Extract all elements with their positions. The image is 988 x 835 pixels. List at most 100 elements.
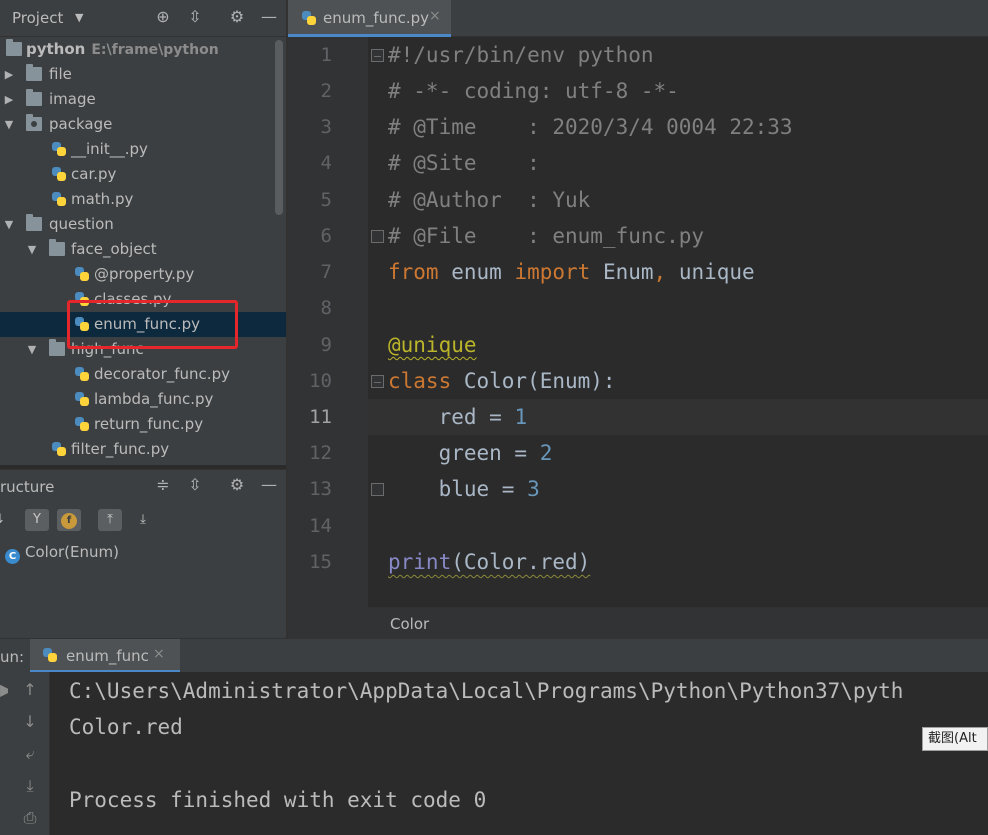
minimize-icon[interactable]: — [259, 7, 279, 29]
tree-item-label: face_object [71, 240, 157, 258]
project-panel-title[interactable]: Project [12, 9, 63, 27]
folder-icon [26, 214, 42, 231]
tree-item-label: filter_func.py [71, 440, 170, 458]
tree-item-property-py[interactable]: @property.py [0, 262, 286, 287]
tree-item-label: question [49, 215, 114, 233]
tree-item-question[interactable]: ▼ question [0, 212, 286, 237]
annotation-highlight-box [67, 300, 238, 349]
line-number: 7 [320, 261, 332, 283]
folder-icon [26, 89, 42, 106]
tree-item-python[interactable]: python E:\frame\python [0, 37, 286, 62]
line-number: 15 [309, 551, 332, 573]
python-file-icon [51, 166, 67, 181]
tree-item-decorator-func-py[interactable]: decorator_func.py [0, 362, 286, 387]
tree-item-image[interactable]: ▶ image [0, 87, 286, 112]
tree-item-label: lambda_func.py [94, 390, 214, 408]
line-number: 6 [320, 225, 332, 247]
collapse-all-icon[interactable]: ⇳ [185, 475, 205, 497]
autoscroll-from-source-icon[interactable]: ⤓ [131, 509, 155, 531]
project-panel-header: Project ▼ ⊕ ⇳ ⚙ — [0, 0, 286, 37]
breadcrumb: Color [288, 607, 988, 638]
sort-icon[interactable]: ⇅ [0, 509, 6, 531]
folder-icon [26, 64, 42, 81]
tree-item-return-func-py[interactable]: return_func.py [0, 412, 286, 437]
chevron-down-icon[interactable]: ▼ [3, 212, 15, 237]
gear-icon[interactable]: ⚙ [227, 475, 247, 497]
python-file-icon [74, 391, 90, 406]
code-line-12: green = 2 [388, 441, 553, 465]
code-line-10: class Color(Enum): [388, 369, 616, 393]
structure-item-color[interactable]: C Color(Enum) [5, 543, 119, 564]
autoscroll-to-source-icon[interactable]: ⤒ [98, 509, 122, 531]
run-panel-header: un: enum_func × [0, 638, 988, 673]
code-line-9: @unique [388, 333, 477, 357]
chevron-right-icon[interactable]: ▶ [3, 62, 15, 87]
tree-item-face-object[interactable]: ▼ face_object [0, 237, 286, 262]
python-file-icon [74, 366, 90, 381]
console-line: Process finished with exit code 0 [69, 788, 487, 812]
breadcrumb-item-color[interactable]: Color [390, 615, 429, 633]
code-text: # @Time : 2020/3/4 0004 22:33 [388, 115, 793, 139]
code-line-7: from enum import Enum, unique [388, 260, 755, 284]
python-file-icon [51, 141, 67, 156]
tree-item-label: math.py [71, 190, 134, 208]
minimize-icon[interactable]: — [259, 475, 279, 497]
line-number: 11 [309, 406, 332, 428]
scroll-to-end-icon[interactable]: ⤓ [18, 776, 42, 798]
expand-all-icon[interactable]: ≑ [153, 475, 173, 497]
python-file-icon [42, 647, 58, 663]
fold-marker-icon[interactable] [371, 375, 384, 388]
code-line-1: #!/usr/bin/env python [388, 37, 654, 73]
code-text: #!/usr/bin/env python [388, 43, 654, 67]
package-icon [26, 114, 42, 131]
print-icon[interactable]: ⎙ [18, 808, 42, 830]
tree-item-package[interactable]: ▼ package [0, 112, 286, 137]
tab-enum-func-py[interactable]: enum_func.py × [288, 0, 451, 37]
show-inherited-icon[interactable]: Y [25, 509, 49, 531]
fold-end-icon[interactable] [371, 483, 384, 496]
project-tree: python E:\frame\python ▶ file ▶ image ▼ p… [0, 37, 286, 465]
run-tab-enum-func[interactable]: enum_func × [30, 639, 180, 673]
fold-marker-icon[interactable] [371, 49, 384, 62]
arrow-up-icon[interactable]: ↑ [18, 680, 42, 702]
close-icon[interactable]: × [153, 646, 165, 662]
show-fields-icon[interactable]: f [57, 509, 81, 531]
gear-icon[interactable]: ⚙ [227, 7, 247, 29]
code-line-2: # -*- coding: utf-8 -*- [388, 73, 679, 109]
tree-item-init-py[interactable]: __init__.py [0, 137, 286, 162]
line-number: 1 [320, 44, 332, 66]
tree-item-label: car.py [71, 165, 117, 183]
tree-item-file[interactable]: ▶ file [0, 62, 286, 87]
tree-item-car-py[interactable]: car.py [0, 162, 286, 187]
tree-item-lambda-func-py[interactable]: lambda_func.py [0, 387, 286, 412]
chevron-down-icon[interactable]: ▼ [3, 112, 15, 137]
chevron-down-icon[interactable]: ▼ [26, 237, 38, 262]
crosshair-icon[interactable]: ⊕ [153, 7, 173, 29]
code-text: # -*- coding: utf-8 -*- [388, 79, 679, 103]
rerun-icon[interactable]: ▶ [0, 680, 8, 702]
fold-end-icon[interactable] [371, 230, 384, 243]
collapse-icon[interactable]: ⇳ [185, 7, 205, 29]
arrow-down-icon[interactable]: ↓ [18, 712, 42, 734]
tab-label: enum_func.py [323, 9, 430, 27]
line-number: 5 [320, 189, 332, 211]
code-text: # @File : enum_func.py [388, 224, 705, 248]
soft-wrap-icon[interactable]: ⤶ [18, 744, 42, 766]
tree-item-filter-func-py[interactable]: filter_func.py [0, 437, 286, 462]
chevron-down-icon[interactable]: ▼ [26, 337, 38, 362]
tree-scrollbar[interactable] [275, 40, 283, 215]
tree-item-label: file [49, 65, 72, 83]
chevron-down-icon[interactable]: ▼ [75, 11, 83, 24]
code-line-13: blue = 3 [388, 477, 540, 501]
screenshot-tooltip: 截图(Alt [922, 727, 988, 751]
python-file-icon [301, 10, 317, 26]
python-file-icon [51, 191, 67, 206]
line-number: 8 [320, 297, 332, 319]
close-icon[interactable]: × [429, 8, 441, 24]
chevron-right-icon[interactable]: ▶ [3, 87, 15, 112]
tree-item-label: decorator_func.py [94, 365, 230, 383]
tree-item-math-py[interactable]: math.py [0, 187, 286, 212]
run-tab-label: enum_func [66, 647, 149, 665]
line-number: 13 [309, 478, 332, 500]
run-toolbar: ↑ ↓ ⤶ ⤓ ⎙ ▶ [0, 672, 50, 835]
